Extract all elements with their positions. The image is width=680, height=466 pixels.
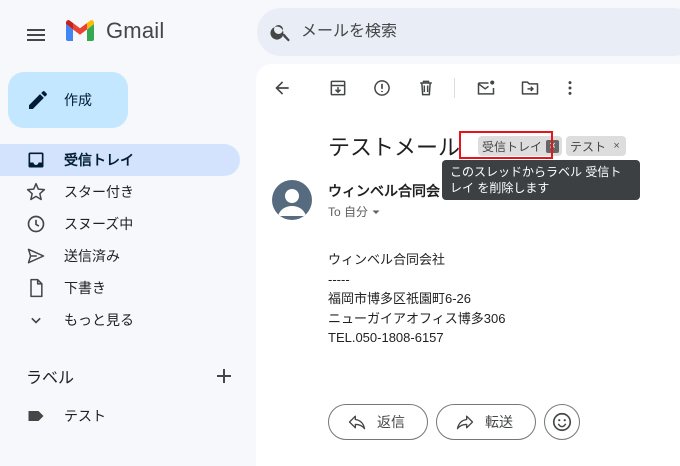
label-chip-test: テスト × [566,136,627,156]
sidebar-item-sent[interactable]: 送信済み [0,240,240,272]
archive-icon[interactable] [322,72,354,104]
body-line: ニューガイアオフィス博多306 [328,310,506,326]
draft-icon [26,278,46,298]
sidebar-item-more[interactable]: もっと見る [0,304,240,336]
recipient-row[interactable]: To 自分 [328,203,382,220]
emoji-react-button[interactable] [544,404,580,440]
recipient-label: To 自分 [328,205,369,219]
sender-name[interactable]: ウィンベル合同会 [328,181,440,201]
sidebar-item-label: もっと見る [64,312,134,328]
gmail-m-icon [66,20,94,41]
message-subject: テストメール [328,135,461,160]
body-line: ----- [328,271,350,287]
compose-label: 作成 [64,92,92,108]
sidebar-item-drafts[interactable]: 下書き [0,272,240,304]
reply-button[interactable]: 返信 [328,404,428,440]
label-tag-icon [26,406,46,426]
star-icon [26,182,46,202]
clock-icon [26,214,46,234]
remove-label-inbox-button[interactable]: × [546,139,560,153]
plus-icon[interactable] [212,364,236,388]
label-item-label: テスト [64,408,106,424]
message-toolbar [256,72,680,104]
body-line: 福岡市博多区祇園町6-26 [328,291,472,306]
pencil-icon [26,88,50,112]
forward-label: 転送 [485,414,513,430]
delete-icon[interactable] [410,72,442,104]
search-bar[interactable] [257,8,680,56]
labels-header: ラベル [26,362,236,390]
body-line: TEL.050-1808-6157 [328,330,444,345]
inbox-icon [26,150,46,170]
label-item-test[interactable]: テスト [0,400,240,432]
mark-unread-icon[interactable] [470,72,502,104]
sidebar-item-snoozed[interactable]: スヌーズ中 [0,208,240,240]
caret-down-icon[interactable] [370,206,382,218]
sidebar-item-label: 下書き [64,280,106,296]
sidebar-nav: 受信トレイ スター付き スヌーズ中 送信済み 下書き もっと見る [0,144,240,336]
back-arrow-icon[interactable] [266,72,298,104]
sidebar-item-inbox[interactable]: 受信トレイ [0,144,240,176]
app-name: Gmail [106,18,165,43]
sidebar-item-label: 送信済み [64,248,120,264]
person-icon [278,189,306,216]
chevron-down-icon [26,310,46,330]
toolbar-divider [454,78,455,98]
labels-title: ラベル [26,370,75,387]
search-icon[interactable] [269,20,293,44]
compose-button[interactable]: 作成 [8,72,128,128]
report-spam-icon[interactable] [366,72,398,104]
message-body: ウィンベル合同会社 ----- 福岡市博多区祇園町6-26 ニューガイアオフィス… [328,250,505,348]
chip-label: 受信トレイ [482,139,543,154]
reply-actions: 返信 転送 [328,404,580,440]
gmail-logo[interactable]: Gmail [64,18,164,44]
remove-label-test-button[interactable]: × [610,140,623,153]
main-menu-button[interactable] [18,17,54,53]
body-line: ウィンベル合同会社 [328,252,446,267]
forward-icon [455,412,475,432]
hamburger-menu-icon [27,29,45,41]
sidebar-item-label: 受信トレイ [64,152,134,168]
reply-icon [347,412,367,432]
smiley-icon [552,412,572,432]
subject-row: テストメール 受信トレイ × テスト × [328,130,627,162]
forward-button[interactable]: 転送 [436,404,536,440]
move-to-icon[interactable] [514,72,546,104]
reply-label: 返信 [377,414,405,430]
chip-label: テスト [570,139,607,154]
search-input[interactable] [301,23,661,41]
sidebar-item-label: スヌーズ中 [64,216,134,232]
avatar[interactable] [272,180,312,220]
send-icon [26,246,46,266]
sidebar-item-label: スター付き [64,184,134,200]
tooltip: このスレッドからラベル 受信トレイ を削除します [442,160,640,200]
sidebar-item-starred[interactable]: スター付き [0,176,240,208]
more-vert-icon[interactable] [554,72,586,104]
label-chip-inbox: 受信トレイ × [478,136,563,156]
